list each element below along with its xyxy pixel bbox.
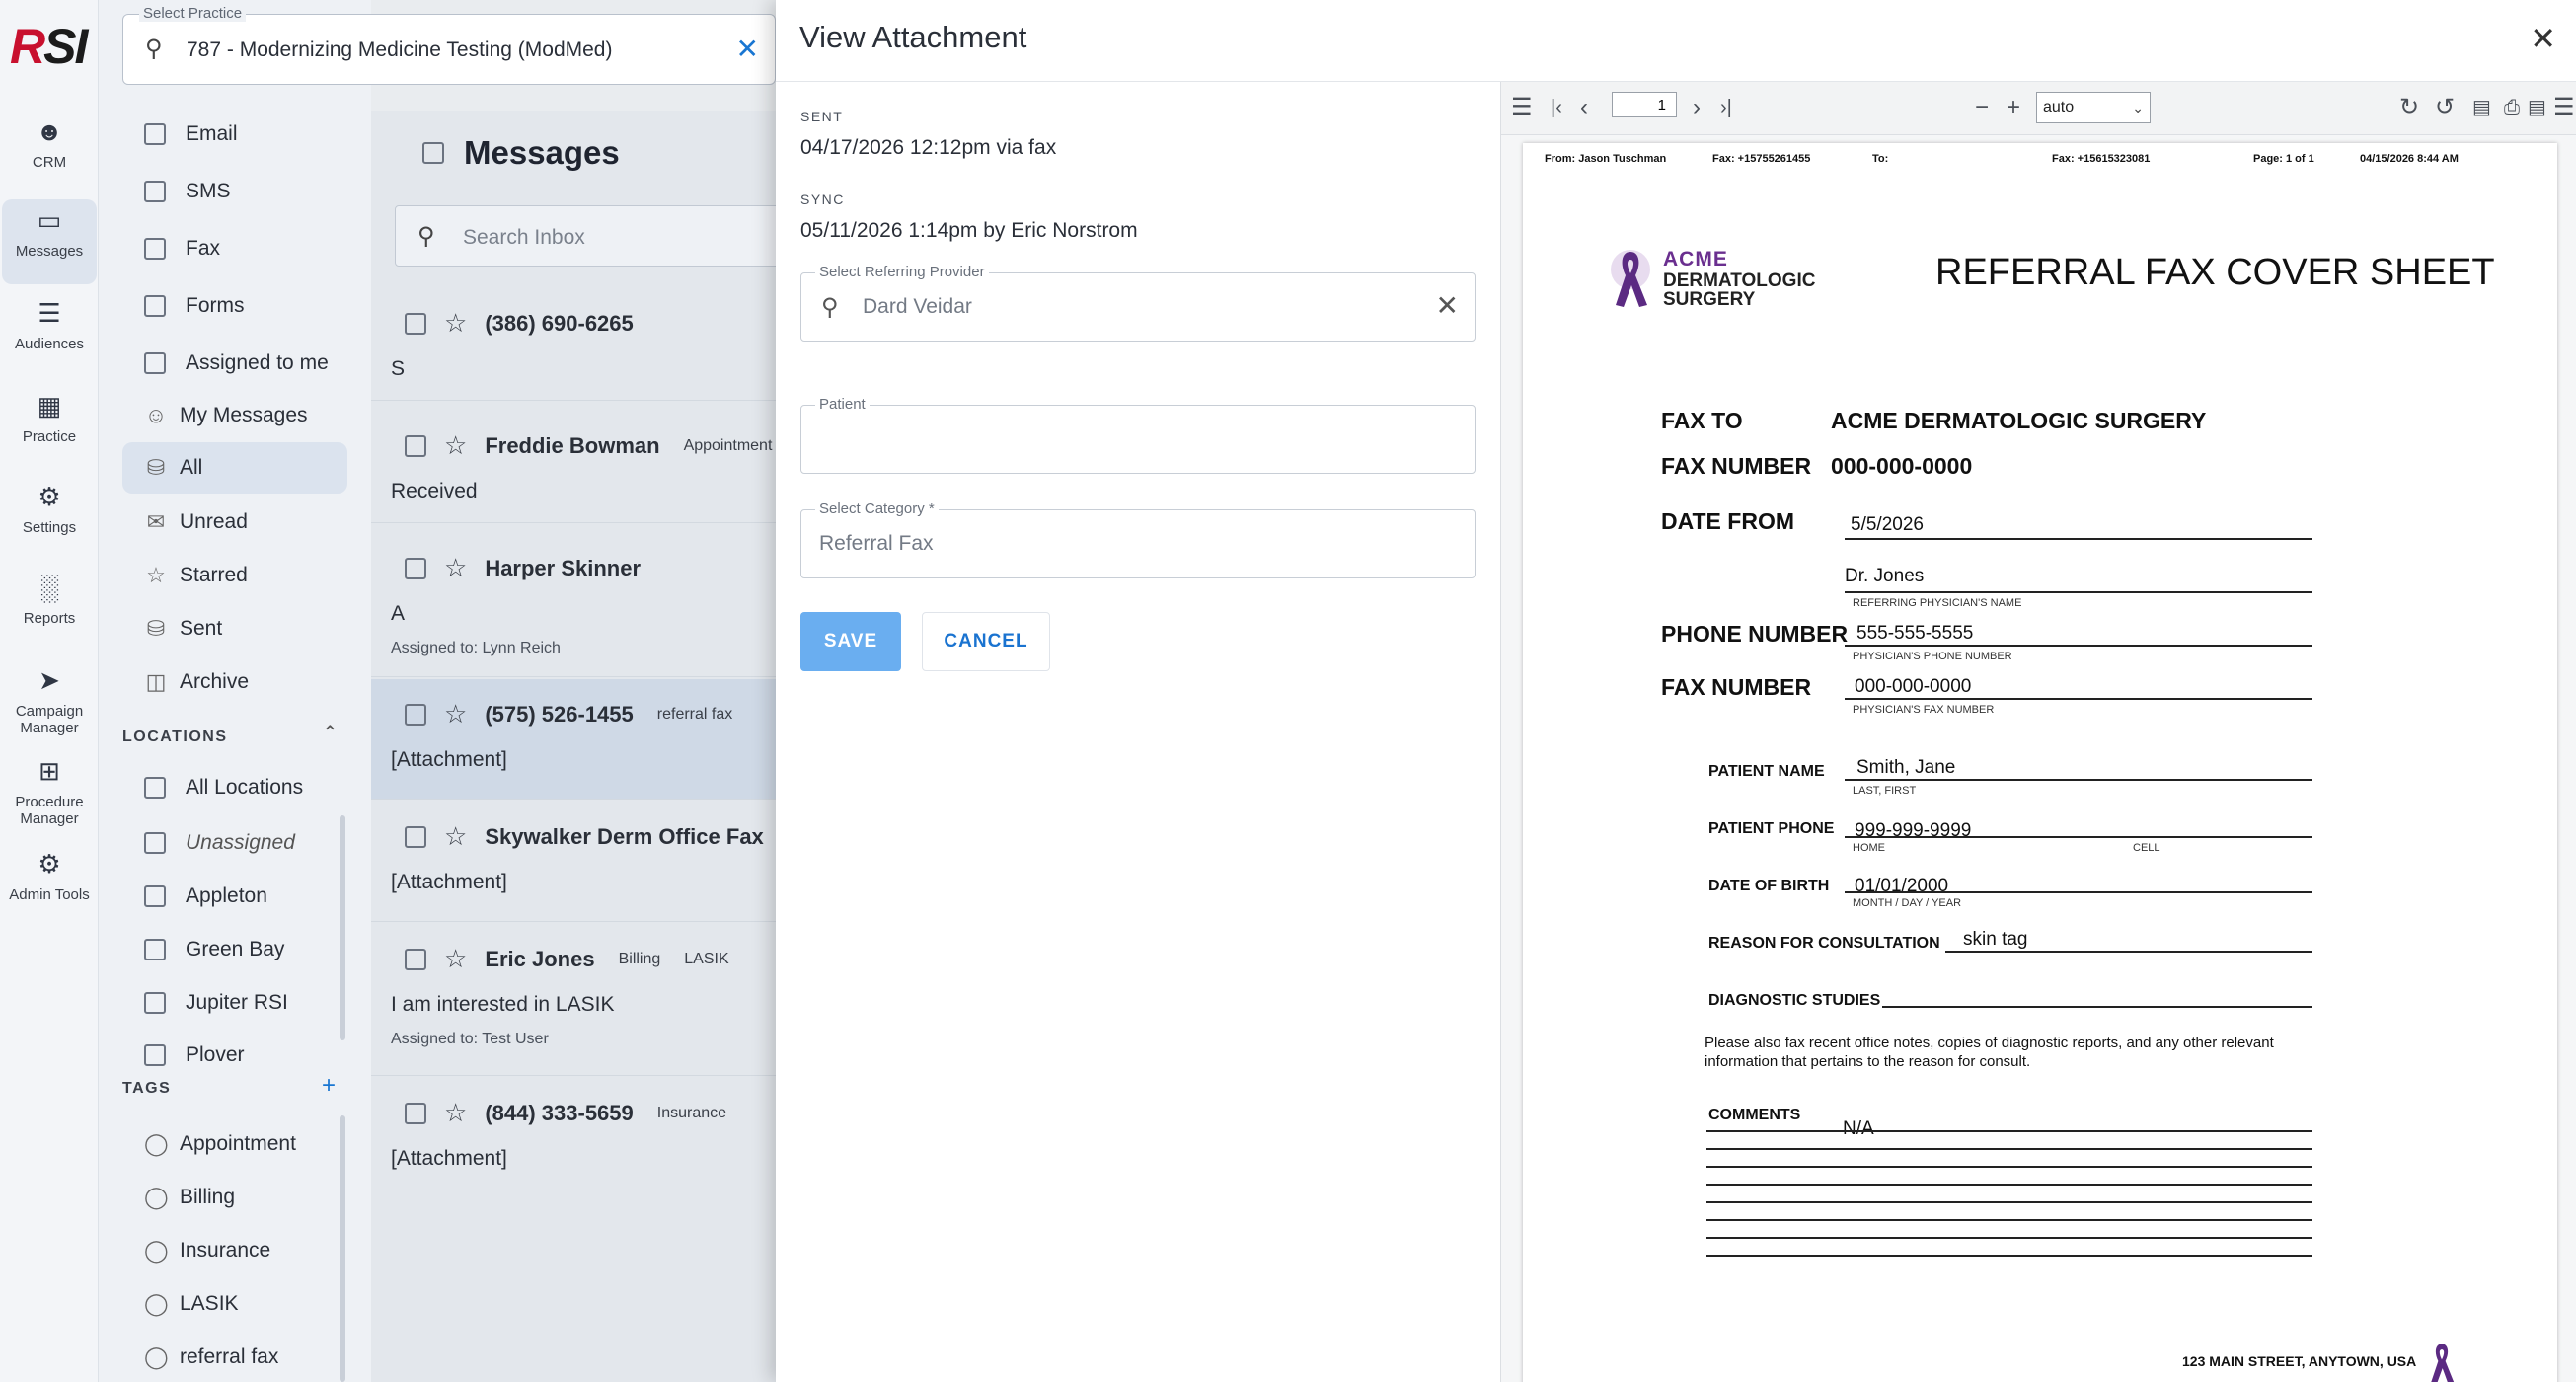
fax-header-to: To: <box>1872 153 1889 165</box>
zoom-out-icon[interactable]: − <box>1975 94 1989 121</box>
patient-phone-value: 999-999-9999 <box>1855 820 1972 841</box>
diagnostic-label: DIAGNOSTIC STUDIES <box>1708 992 1881 1009</box>
clear-icon[interactable]: ✕ <box>1436 289 1459 322</box>
physician-value: Dr. Jones <box>1845 566 1925 586</box>
modal-backdrop[interactable] <box>0 0 776 1382</box>
form-line <box>1845 538 2312 540</box>
form-line <box>1706 1219 2312 1221</box>
logo-line-3: SURGERY <box>1663 289 1756 310</box>
fax-to-value: ACME DERMATOLOGIC SURGERY <box>1831 408 2207 433</box>
referring-provider-field[interactable]: Select Referring Provider ⚲ Dard Veidar … <box>800 264 1476 342</box>
fax-header-fax-to: Fax: +15615323081 <box>2052 153 2151 165</box>
patient-field[interactable]: Patient <box>800 396 1476 474</box>
fax-page: From: Jason Tuschman Fax: +15755261455 T… <box>1523 143 2557 1382</box>
zoom-select[interactable]: auto ⌄ <box>2036 92 2151 123</box>
phys-fax-caption: PHYSICIAN'S FAX NUMBER <box>1853 704 1995 716</box>
print-icon[interactable]: ⎙ <box>2504 94 2520 121</box>
date-value: 5/5/2026 <box>1851 514 1924 535</box>
phone-caption: PHYSICIAN'S PHONE NUMBER <box>1853 651 2012 662</box>
fax-header-fax-from: Fax: +15755261455 <box>1712 153 1811 165</box>
form-line <box>1706 1255 2312 1257</box>
phone-label: PHONE NUMBER <box>1661 621 1849 647</box>
dob-caption: MONTH / DAY / YEAR <box>1853 897 1962 909</box>
pdf-toolbar: ☰ |‹ ‹ › ›| − + auto⌄ ↻ ↺ ▤ ⎙ ▤ ☰ <box>1501 82 2576 135</box>
form-line <box>1706 1237 2312 1239</box>
phys-fax-label: FAX NUMBER <box>1661 674 1812 700</box>
reason-value: skin tag <box>1963 929 2028 950</box>
form-line <box>1882 1006 2312 1008</box>
save-button[interactable]: SAVE <box>800 612 901 671</box>
fax-number-label: FAX NUMBER <box>1661 453 1812 479</box>
footer-ribbon-icon <box>2431 1344 2455 1382</box>
page-number-input[interactable] <box>1612 92 1677 117</box>
form-line <box>1945 951 2312 953</box>
patient-name-caption: LAST, FIRST <box>1853 785 1917 797</box>
rotate-cw-icon[interactable]: ↻ <box>2399 94 2419 121</box>
sync-label: SYNC <box>800 192 845 207</box>
next-page-icon[interactable]: › <box>1693 94 1701 121</box>
form-line <box>1845 645 2312 647</box>
ribbon-icon <box>1611 250 1650 307</box>
form-line <box>1706 1201 2312 1203</box>
category-select[interactable]: Select Category * Referral Fax <box>800 500 1476 578</box>
menu-icon[interactable]: ☰ <box>2553 94 2575 121</box>
sidebar-toggle-icon[interactable]: ☰ <box>1511 94 1533 121</box>
dob-label: DATE OF BIRTH <box>1708 878 1830 894</box>
fax-header-page: Page: 1 of 1 <box>2253 153 2314 165</box>
cell-caption: CELL <box>2133 842 2160 854</box>
comments-value: N/A <box>1843 1118 1874 1139</box>
open-file-icon[interactable]: ▤ <box>2472 94 2491 121</box>
patient-phone-label: PATIENT PHONE <box>1708 820 1835 837</box>
sync-value: 05/11/2026 1:14pm by Eric Norstrom <box>800 219 1138 242</box>
download-icon[interactable]: ▤ <box>2528 94 2546 121</box>
cover-title: REFERRAL FAX COVER SHEET <box>1935 252 2495 293</box>
reason-label: REASON FOR CONSULTATION <box>1708 935 1940 952</box>
chevron-down-icon: ⌄ <box>2132 100 2144 115</box>
dialog-title: View Attachment <box>799 20 1027 54</box>
zoom-in-icon[interactable]: + <box>2007 94 2020 121</box>
rotate-ccw-icon[interactable]: ↺ <box>2435 94 2455 121</box>
footer-address: 123 MAIN STREET, ANYTOWN, USA <box>2182 1353 2417 1369</box>
dob-value: 01/01/2000 <box>1855 876 1949 896</box>
acme-logo: ACME DERMATOLOGIC SURGERY <box>1608 246 1815 311</box>
first-page-icon[interactable]: |‹ <box>1551 94 1562 121</box>
logo-line-1: ACME <box>1663 248 1728 270</box>
sent-value: 04/17/2026 12:12pm via fax <box>800 136 1057 159</box>
comments-label: COMMENTS <box>1708 1107 1801 1123</box>
form-line <box>1845 836 2312 838</box>
fax-note: Please also fax recent office notes, cop… <box>1705 1035 2274 1070</box>
form-line <box>1706 1148 2312 1150</box>
form-line <box>1845 891 2312 893</box>
home-caption: HOME <box>1853 842 1885 854</box>
form-line <box>1845 591 2312 593</box>
patient-name-value: Smith, Jane <box>1856 757 1956 778</box>
fax-header-datetime: 04/15/2026 8:44 AM <box>2360 153 2459 165</box>
form-line <box>1706 1184 2312 1186</box>
last-page-icon[interactable]: ›| <box>1720 94 1732 121</box>
phys-fax-value: 000-000-0000 <box>1855 676 1972 697</box>
logo-line-2: DERMATOLOGIC <box>1663 270 1816 291</box>
patient-name-label: PATIENT NAME <box>1708 763 1825 780</box>
form-line <box>1845 698 2312 700</box>
fax-header-from: From: Jason Tuschman <box>1545 153 1667 165</box>
prev-page-icon[interactable]: ‹ <box>1580 94 1588 121</box>
fax-to-label: FAX TO <box>1661 408 1743 433</box>
date-from-label: DATE FROM <box>1661 508 1795 534</box>
form-line <box>1845 779 2312 781</box>
physician-caption: REFERRING PHYSICIAN'S NAME <box>1853 597 2022 609</box>
pdf-viewer: ☰ |‹ ‹ › ›| − + auto⌄ ↻ ↺ ▤ ⎙ ▤ ☰ From: … <box>1500 82 2576 1382</box>
cancel-button[interactable]: CANCEL <box>922 612 1050 671</box>
search-icon: ⚲ <box>821 294 839 321</box>
close-icon[interactable]: ✕ <box>2530 20 2556 57</box>
phone-value: 555-555-5555 <box>1856 623 1974 644</box>
form-line <box>1706 1130 2312 1132</box>
sent-label: SENT <box>800 109 844 124</box>
form-line <box>1706 1166 2312 1168</box>
fax-number-value: 000-000-0000 <box>1831 453 1973 479</box>
view-attachment-dialog: View Attachment ✕ SENT 04/17/2026 12:12p… <box>776 0 2576 1382</box>
